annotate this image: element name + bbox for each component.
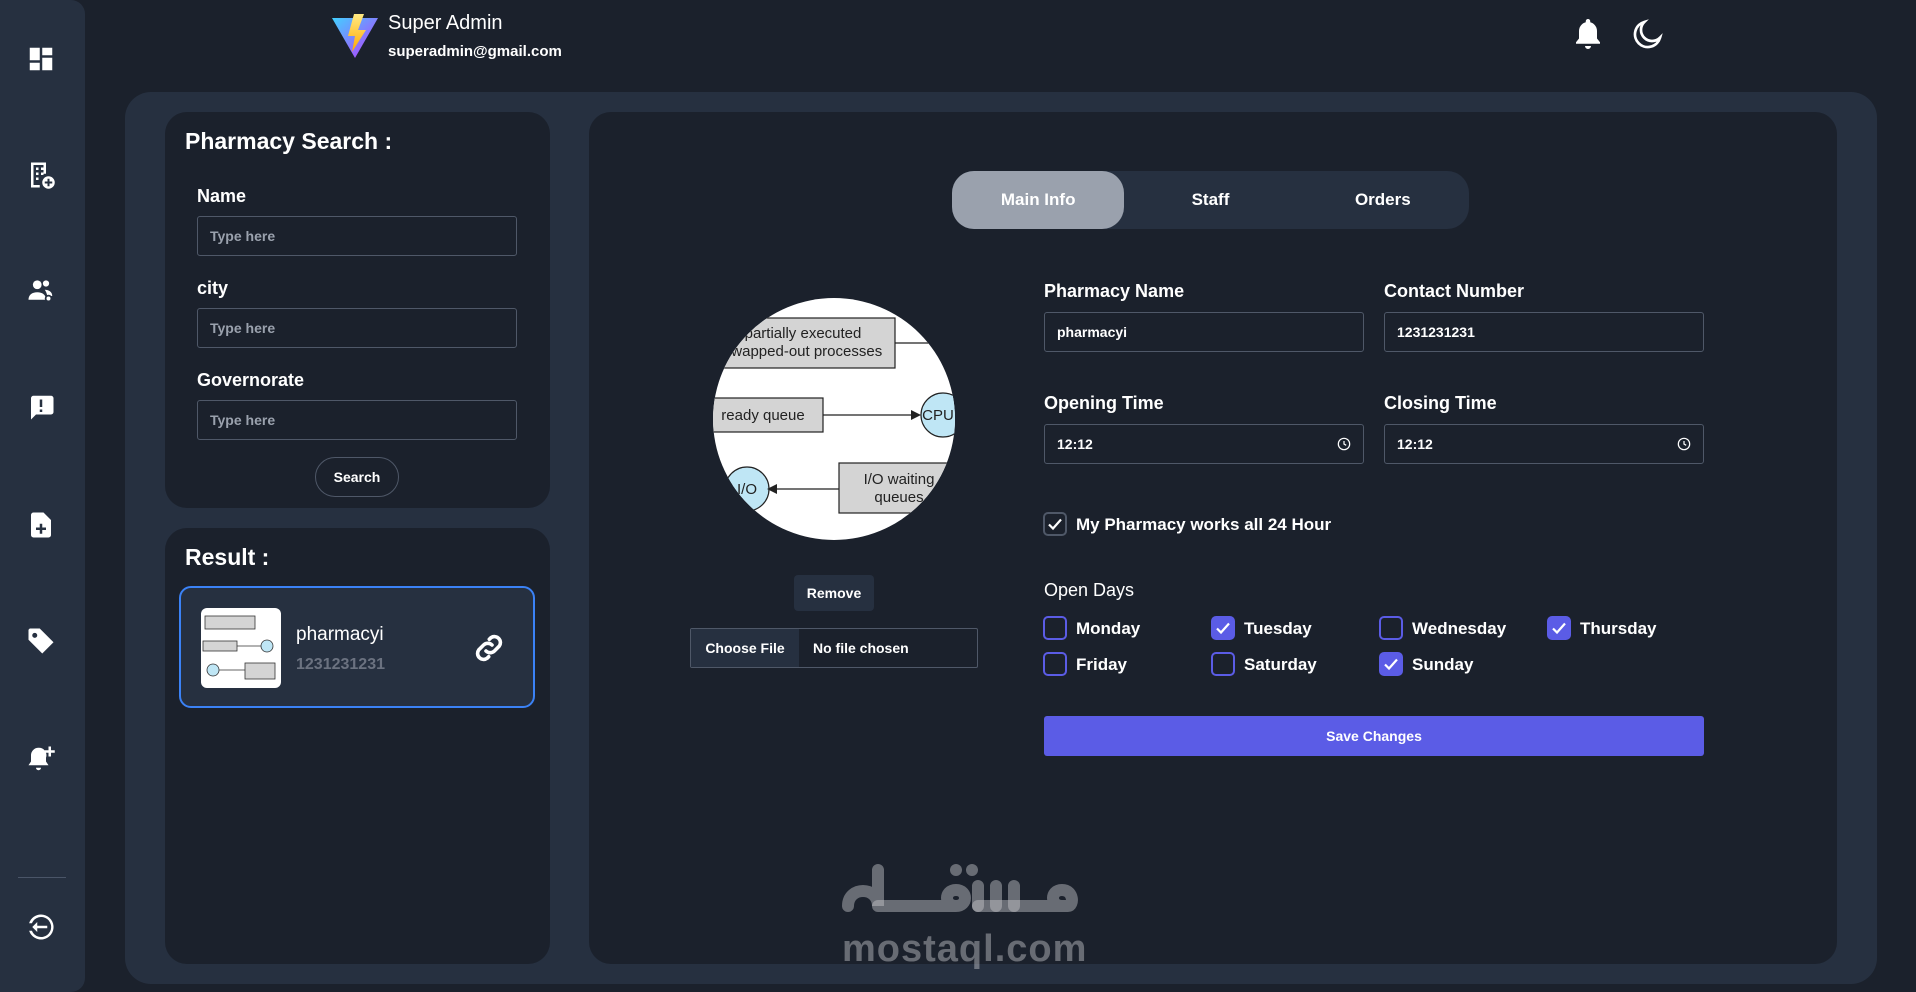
checkmark-icon [1048,518,1062,531]
city-search-input[interactable] [197,308,517,348]
remove-image-button[interactable]: Remove [794,575,874,611]
closing-time-value: 12:12 [1397,436,1433,452]
users-settings-icon[interactable] [24,274,58,308]
diagram-text-3: ready queue [721,407,804,424]
day-label-saturday: Saturday [1244,655,1317,674]
day-label-thursday: Thursday [1580,619,1657,638]
result-item-card[interactable]: pharmacyi 1231231231 [179,586,535,708]
contact-number-input[interactable]: 1231231231 [1384,312,1704,352]
day-checkbox-tuesday[interactable] [1211,616,1235,640]
diagram-text-1: partially executed [745,325,862,342]
mostaql-watermark-text: mostaql.com [842,928,1088,970]
opening-time-label: Opening Time [1044,393,1164,413]
diagram-text-7: queues [874,489,923,506]
notification-bell-icon[interactable] [1570,16,1606,52]
user-email: superadmin@gmail.com [388,43,562,60]
detail-tabs: Main Info Staff Orders [952,171,1469,229]
sidebar [0,0,85,992]
tag-icon[interactable] [24,624,58,658]
result-thumbnail [201,608,281,688]
mostaql-watermark-logo [838,850,1078,930]
link-icon[interactable] [471,630,507,666]
diagram-text-4: CPU [922,407,954,424]
day-label-wednesday: Wednesday [1412,619,1507,638]
pharmacy-detail-panel [589,112,1837,964]
vite-logo-icon [330,12,380,60]
diagram-text-2: swapped-out processes [724,343,882,360]
city-label: city [197,278,229,298]
day-checkbox-wednesday[interactable] [1379,616,1403,640]
report-alert-icon[interactable] [24,390,58,424]
sidebar-divider [18,877,66,878]
save-changes-button[interactable]: Save Changes [1044,716,1704,756]
name-label: Name [197,186,247,206]
user-name: Super Admin [388,12,503,34]
day-label-tuesday: Tuesday [1244,619,1312,638]
result-panel-title: Result : [185,544,270,570]
dashboard-icon[interactable] [24,42,58,76]
contact-number-label: Contact Number [1384,281,1525,301]
result-panel: Result : pharmacyi 1231231231 [165,528,550,964]
day-checkbox-sunday[interactable] [1379,652,1403,676]
day-label-friday: Friday [1076,655,1128,674]
file-upload-input[interactable]: Choose File No file chosen [690,628,978,668]
tab-staff[interactable]: Staff [1124,171,1296,229]
pharmacy-building-icon[interactable] [24,158,58,192]
contact-number-value: 1231231231 [1397,324,1475,340]
tab-orders[interactable]: Orders [1297,171,1469,229]
open-days-label: Open Days [1044,580,1135,600]
closing-time-label: Closing Time [1384,393,1497,413]
all-day-checkbox[interactable] [1043,512,1067,536]
result-pharmacy-name: pharmacyi [296,624,384,645]
clock-icon[interactable] [1677,437,1691,451]
file-add-icon[interactable] [24,508,58,542]
result-pharmacy-phone: 1231231231 [296,656,385,673]
checkmark-icon [1216,622,1230,635]
checkmark-icon [1384,658,1398,671]
governorate-search-input[interactable] [197,400,517,440]
day-checkbox-friday[interactable] [1043,652,1067,676]
dark-mode-moon-icon[interactable] [1630,16,1666,52]
notification-add-icon[interactable] [24,742,58,776]
tab-main-info[interactable]: Main Info [952,171,1125,229]
logout-icon[interactable] [24,910,58,944]
day-label-sunday: Sunday [1412,655,1474,674]
file-status-text: No file chosen [813,640,909,656]
choose-file-button[interactable]: Choose File [691,629,799,667]
day-checkbox-saturday[interactable] [1211,652,1235,676]
clock-icon[interactable] [1337,437,1351,451]
search-button[interactable]: Search [315,457,399,497]
opening-time-input[interactable]: 12:12 [1044,424,1364,464]
opening-time-value: 12:12 [1057,436,1093,452]
diagram-text-5: I/O [737,481,757,498]
name-search-input[interactable] [197,216,517,256]
pharmacy-name-value: pharmacyi [1057,324,1128,340]
checkmark-icon [1552,622,1566,635]
search-panel-title: Pharmacy Search : [185,128,393,154]
diagram-text-6: I/O waiting [864,471,935,488]
pharmacy-search-panel: Pharmacy Search : Name city Governorate … [165,112,550,508]
closing-time-input[interactable]: 12:12 [1384,424,1704,464]
day-checkbox-monday[interactable] [1043,616,1067,640]
governorate-label: Governorate [197,370,305,390]
all-day-label: My Pharmacy works all 24 Hour [1076,515,1332,534]
day-label-monday: Monday [1076,619,1141,638]
day-checkbox-thursday[interactable] [1547,616,1571,640]
pharmacy-name-input[interactable]: pharmacyi [1044,312,1364,352]
pharmacy-image: partially executed swapped-out processes… [713,298,955,540]
pharmacy-name-label: Pharmacy Name [1044,281,1185,301]
